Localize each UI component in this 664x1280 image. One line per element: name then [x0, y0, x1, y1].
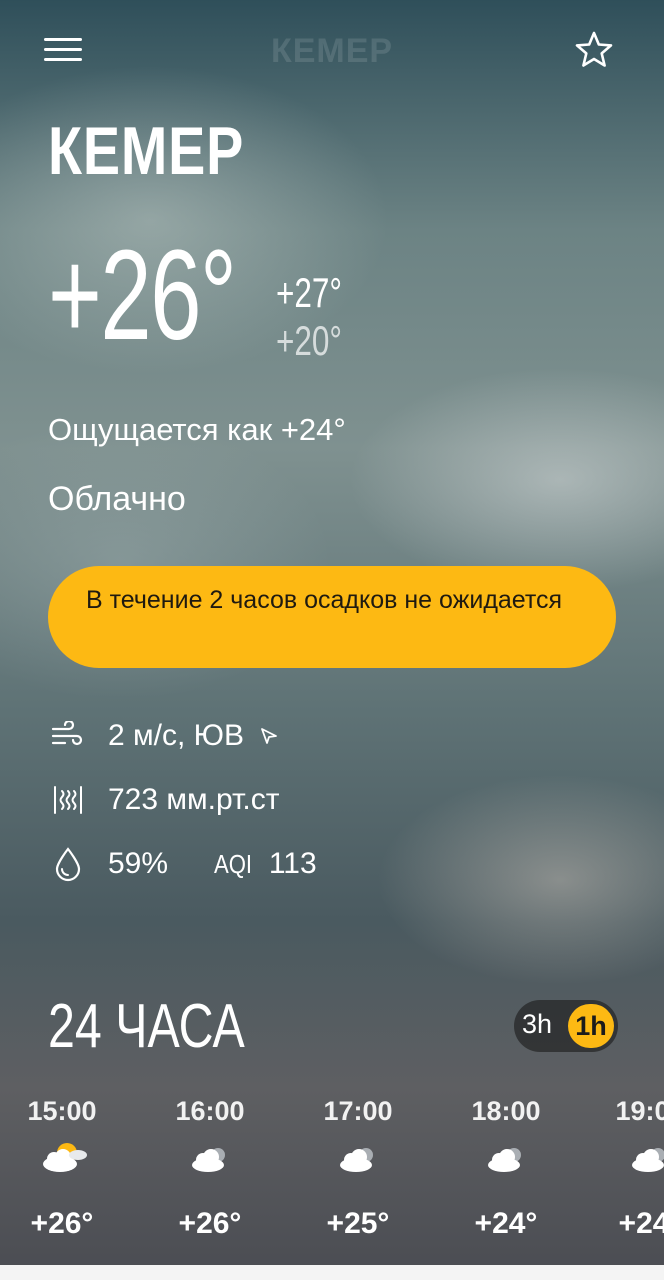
temperature-low: +20° [276, 317, 343, 364]
cloudy-icon [622, 1137, 664, 1177]
interval-toggle: 3h 1h [514, 1000, 618, 1052]
hour-item[interactable]: 16:00 +26° [150, 1096, 270, 1241]
hour-temp: +26° [178, 1207, 242, 1240]
toggle-1h-button[interactable]: 1h [568, 1004, 614, 1048]
hour-temp: +24° [618, 1207, 664, 1240]
hour-item[interactable]: 15:00 +26° [2, 1096, 122, 1241]
weather-condition: Облачно [48, 480, 186, 518]
hour-time: 17:00 [323, 1096, 393, 1126]
hour-temp: +25° [326, 1207, 390, 1240]
hour-temp: +24° [474, 1207, 538, 1240]
hour-item[interactable]: 18:00 +24° [446, 1096, 566, 1241]
wind-direction-icon [261, 728, 277, 744]
toggle-3h-button[interactable]: 3h [522, 1009, 552, 1040]
wind-value: 2 м/с, ЮВ [108, 719, 244, 752]
current-temperature: +26° [48, 224, 237, 367]
temperature-high: +27° [276, 269, 343, 316]
cloudy-icon [330, 1137, 386, 1177]
pressure-value: 723 мм.рт.ст [108, 783, 280, 816]
bottom-edge [0, 1265, 664, 1280]
favorite-button[interactable] [574, 30, 614, 70]
partly-cloudy-icon [34, 1137, 90, 1177]
pressure-row: 723 мм.рт.ст [48, 780, 280, 820]
hour-temp: +26° [30, 1207, 94, 1240]
hour-time: 19:00 [615, 1096, 664, 1126]
hour-time: 18:00 [471, 1096, 541, 1126]
hour-time: 16:00 [175, 1096, 245, 1126]
humidity-drop-icon [48, 844, 88, 884]
hourly-section-title: 24 ЧАСА [48, 992, 245, 1061]
cloudy-icon [478, 1137, 534, 1177]
wind-icon [48, 716, 88, 756]
top-bar: КЕМЕР [0, 0, 664, 100]
humidity-row: 59% AQI 113 [48, 844, 317, 884]
precipitation-alert[interactable]: В течение 2 часов осадков не ожидается [48, 566, 616, 668]
toolbar-title: КЕМЕР [270, 32, 394, 70]
star-outline-icon [575, 31, 613, 67]
aqi-value: 113 [268, 847, 317, 880]
city-name: КЕМЕР [48, 113, 245, 189]
aqi-label: AQI [214, 848, 253, 879]
hour-item[interactable]: 19:00 +24° [594, 1096, 664, 1241]
feels-like: Ощущается как +24° [48, 412, 346, 447]
humidity-value: 59% [108, 847, 169, 880]
wind-row: 2 м/с, ЮВ [48, 716, 280, 756]
cloudy-icon [182, 1137, 238, 1177]
hour-item[interactable]: 17:00 +25° [298, 1096, 418, 1241]
hour-time: 15:00 [27, 1096, 97, 1126]
pressure-icon [48, 780, 88, 820]
